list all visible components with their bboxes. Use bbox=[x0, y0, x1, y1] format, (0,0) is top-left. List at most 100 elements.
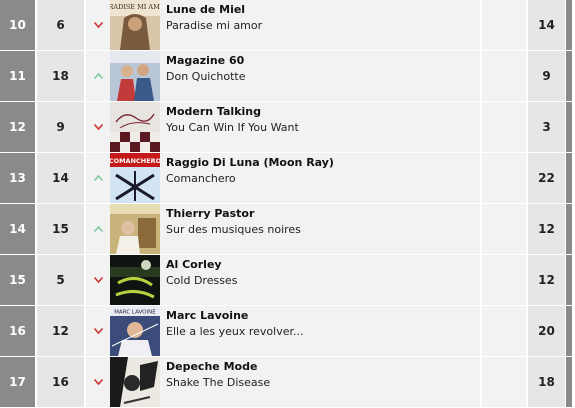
weeks-on-chart-cell: 12 bbox=[528, 255, 565, 305]
position-cell: 14 bbox=[0, 204, 35, 254]
song-info-cell: Raggio Di Luna (Moon Ray) Comanchero bbox=[162, 153, 480, 203]
position-cell: 13 bbox=[0, 153, 35, 203]
song-info-cell: Magazine 60 Don Quichotte bbox=[162, 51, 480, 101]
song-title[interactable]: Shake The Disease bbox=[166, 376, 480, 390]
trend-cell bbox=[86, 255, 110, 305]
artist-name[interactable]: Raggio Di Luna (Moon Ray) bbox=[166, 156, 480, 170]
chart-row[interactable]: 12 9 Modern Talking You Can Win If You W… bbox=[0, 102, 575, 153]
chart-row[interactable]: 14 15 Thierry Pastor Sur des musiques no… bbox=[0, 204, 575, 255]
row-end-bar bbox=[566, 306, 572, 356]
cover-cell bbox=[110, 255, 162, 305]
chart-row[interactable]: 16 12 MARC LAVOINE Marc Lavoine Elle a l… bbox=[0, 306, 575, 357]
last-week-cell: 18 bbox=[37, 51, 84, 101]
song-info-cell: Al Corley Cold Dresses bbox=[162, 255, 480, 305]
trend-cell bbox=[86, 357, 110, 407]
album-cover-image[interactable] bbox=[110, 255, 160, 305]
artist-name[interactable]: Thierry Pastor bbox=[166, 207, 480, 221]
empty-cell bbox=[482, 357, 526, 407]
position-cell: 11 bbox=[0, 51, 35, 101]
weeks-on-chart-cell: 14 bbox=[528, 0, 565, 50]
song-title[interactable]: Sur des musiques noires bbox=[166, 223, 480, 237]
artist-name[interactable]: Magazine 60 bbox=[166, 54, 480, 68]
chart-row[interactable]: 11 18 Magazine 60 Don Quichotte 9 bbox=[0, 51, 575, 102]
row-end-bar bbox=[566, 357, 572, 407]
chart-row[interactable]: 15 5 Al Corley Cold Dresses 12 bbox=[0, 255, 575, 306]
trend-cell bbox=[86, 204, 110, 254]
artist-name[interactable]: Al Corley bbox=[166, 258, 480, 272]
arrow-down-icon bbox=[93, 22, 103, 28]
cover-text: PARADISE MI AMOR bbox=[110, 3, 160, 11]
song-title[interactable]: Cold Dresses bbox=[166, 274, 480, 288]
trend-cell bbox=[86, 0, 110, 50]
album-cover-image[interactable] bbox=[110, 204, 160, 254]
album-cover-image[interactable]: MARC LAVOINE bbox=[110, 306, 160, 356]
cover-cell bbox=[110, 357, 162, 407]
song-title[interactable]: Comanchero bbox=[166, 172, 480, 186]
last-week-cell: 14 bbox=[37, 153, 84, 203]
row-end-bar bbox=[566, 204, 572, 254]
last-week-cell: 15 bbox=[37, 204, 84, 254]
arrow-up-icon bbox=[93, 175, 103, 181]
empty-cell bbox=[482, 306, 526, 356]
song-info-cell: Depeche Mode Shake The Disease bbox=[162, 357, 480, 407]
album-cover-image[interactable]: PARADISE MI AMOR bbox=[110, 0, 160, 50]
song-title[interactable]: Paradise mi amor bbox=[166, 19, 480, 33]
empty-cell bbox=[482, 204, 526, 254]
arrow-down-icon bbox=[93, 379, 103, 385]
cover-cell: PARADISE MI AMOR bbox=[110, 0, 162, 50]
arrow-down-icon bbox=[93, 328, 103, 334]
cover-cell: MARC LAVOINE bbox=[110, 306, 162, 356]
empty-cell bbox=[482, 51, 526, 101]
song-title[interactable]: You Can Win If You Want bbox=[166, 121, 480, 135]
song-info-cell: Lune de Miel Paradise mi amor bbox=[162, 0, 480, 50]
last-week-cell: 6 bbox=[37, 0, 84, 50]
trend-cell bbox=[86, 102, 110, 152]
cover-cell: COMANCHERO bbox=[110, 153, 162, 203]
chart-row[interactable]: 17 16 Depeche Mode Shake The Disease 18 bbox=[0, 357, 575, 408]
cover-text: COMANCHERO bbox=[110, 157, 160, 165]
artist-name[interactable]: Depeche Mode bbox=[166, 360, 480, 374]
last-week-cell: 9 bbox=[37, 102, 84, 152]
artist-name[interactable]: Lune de Miel bbox=[166, 3, 480, 17]
empty-cell bbox=[482, 255, 526, 305]
empty-cell bbox=[482, 0, 526, 50]
chart-row[interactable]: 13 14 COMANCHERO Raggio Di Luna (Moon Ra… bbox=[0, 153, 575, 204]
trend-cell bbox=[86, 51, 110, 101]
cover-cell bbox=[110, 51, 162, 101]
weeks-on-chart-cell: 20 bbox=[528, 306, 565, 356]
artist-name[interactable]: Marc Lavoine bbox=[166, 309, 480, 323]
song-title[interactable]: Don Quichotte bbox=[166, 70, 480, 84]
cover-text: MARC LAVOINE bbox=[114, 310, 156, 316]
weeks-on-chart-cell: 18 bbox=[528, 357, 565, 407]
album-cover-image[interactable] bbox=[110, 51, 160, 101]
empty-cell bbox=[482, 102, 526, 152]
empty-cell bbox=[482, 153, 526, 203]
position-cell: 15 bbox=[0, 255, 35, 305]
album-cover-image[interactable]: COMANCHERO bbox=[110, 153, 160, 203]
weeks-on-chart-cell: 9 bbox=[528, 51, 565, 101]
position-cell: 12 bbox=[0, 102, 35, 152]
cover-cell bbox=[110, 102, 162, 152]
row-end-bar bbox=[566, 153, 572, 203]
weeks-on-chart-cell: 12 bbox=[528, 204, 565, 254]
arrow-up-icon bbox=[93, 73, 103, 79]
weeks-on-chart-cell: 22 bbox=[528, 153, 565, 203]
arrow-down-icon bbox=[93, 124, 103, 130]
album-cover-image[interactable] bbox=[110, 357, 160, 407]
song-title[interactable]: Elle a les yeux revolver... bbox=[166, 325, 480, 339]
position-cell: 16 bbox=[0, 306, 35, 356]
song-info-cell: Marc Lavoine Elle a les yeux revolver... bbox=[162, 306, 480, 356]
song-info-cell: Thierry Pastor Sur des musiques noires bbox=[162, 204, 480, 254]
artist-name[interactable]: Modern Talking bbox=[166, 105, 480, 119]
last-week-cell: 16 bbox=[37, 357, 84, 407]
song-info-cell: Modern Talking You Can Win If You Want bbox=[162, 102, 480, 152]
arrow-down-icon bbox=[93, 277, 103, 283]
position-cell: 17 bbox=[0, 357, 35, 407]
trend-cell bbox=[86, 306, 110, 356]
album-cover-image[interactable] bbox=[110, 102, 160, 152]
cover-cell bbox=[110, 204, 162, 254]
arrow-up-icon bbox=[93, 226, 103, 232]
last-week-cell: 5 bbox=[37, 255, 84, 305]
chart-row[interactable]: 10 6 PARADISE MI AMOR Lune de Miel Parad… bbox=[0, 0, 575, 51]
row-end-bar bbox=[566, 102, 572, 152]
